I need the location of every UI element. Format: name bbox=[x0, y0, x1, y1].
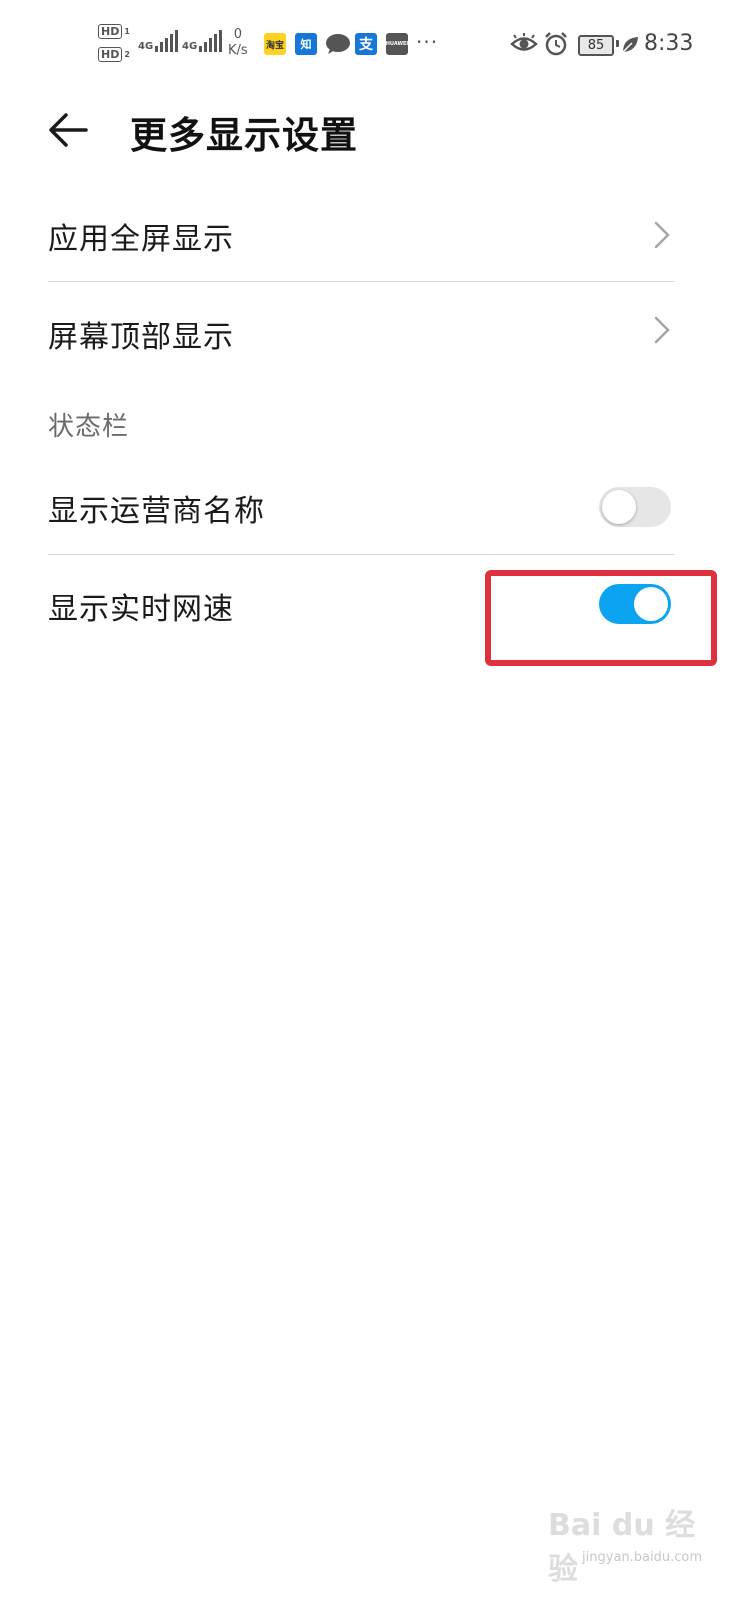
setting-screen-top-display[interactable]: 屏幕顶部显示 bbox=[48, 285, 675, 375]
signal-bars-icon bbox=[155, 30, 179, 52]
sim1-indicator: HD 1 bbox=[98, 24, 130, 39]
divider bbox=[48, 554, 675, 555]
setting-label: 应用全屏显示 bbox=[48, 222, 234, 257]
highlight-box bbox=[485, 570, 717, 666]
toggle-knob bbox=[602, 490, 636, 524]
signal-2: 4G bbox=[182, 30, 223, 52]
setting-show-carrier-name: 显示运营商名称 bbox=[48, 462, 675, 552]
battery-level: 85 bbox=[578, 35, 614, 56]
alipay-icon: 支 bbox=[355, 33, 377, 55]
sim2-indicator: HD 2 bbox=[98, 47, 130, 62]
eye-comfort-icon bbox=[510, 33, 538, 59]
carrier-name-toggle[interactable] bbox=[599, 487, 671, 527]
arrow-left-icon bbox=[49, 113, 88, 147]
signal-1: 4G bbox=[138, 30, 179, 52]
chevron-right-icon bbox=[654, 221, 670, 249]
appgallery-icon: HUAWEI bbox=[386, 33, 408, 55]
setting-app-fullscreen[interactable]: 应用全屏显示 bbox=[48, 190, 675, 280]
baidu-jingyan-watermark: Bai du 经验 bbox=[548, 1508, 696, 1587]
setting-label: 屏幕顶部显示 bbox=[48, 320, 234, 355]
power-saving-leaf-icon bbox=[620, 35, 640, 59]
battery-icon: 85 bbox=[578, 35, 614, 56]
network-speed: 0 K/s bbox=[228, 27, 248, 58]
clock: 8:33 bbox=[644, 31, 694, 56]
message-icon bbox=[325, 33, 351, 59]
page-title: 更多显示设置 bbox=[130, 114, 358, 157]
status-bar: HD 1 HD 2 4G 4G 0 K/s 淘宝 知 支 HUAWEI ··· … bbox=[0, 0, 738, 90]
hd-icon: HD bbox=[98, 24, 123, 39]
hd-icon: HD bbox=[98, 47, 123, 62]
watermark-url: jingyan.baidu.com bbox=[582, 1550, 702, 1565]
taobao-icon: 淘宝 bbox=[264, 33, 286, 55]
more-notifications-icon: ··· bbox=[416, 30, 439, 54]
section-title-status-bar: 状态栏 bbox=[48, 412, 130, 442]
chevron-right-icon bbox=[654, 316, 670, 344]
back-button[interactable] bbox=[46, 108, 100, 152]
setting-label: 显示运营商名称 bbox=[48, 494, 265, 529]
zhihu-icon: 知 bbox=[295, 33, 317, 55]
setting-label: 显示实时网速 bbox=[48, 592, 234, 627]
divider bbox=[48, 281, 675, 282]
alarm-icon bbox=[543, 31, 569, 61]
signal-bars-icon bbox=[199, 30, 223, 52]
